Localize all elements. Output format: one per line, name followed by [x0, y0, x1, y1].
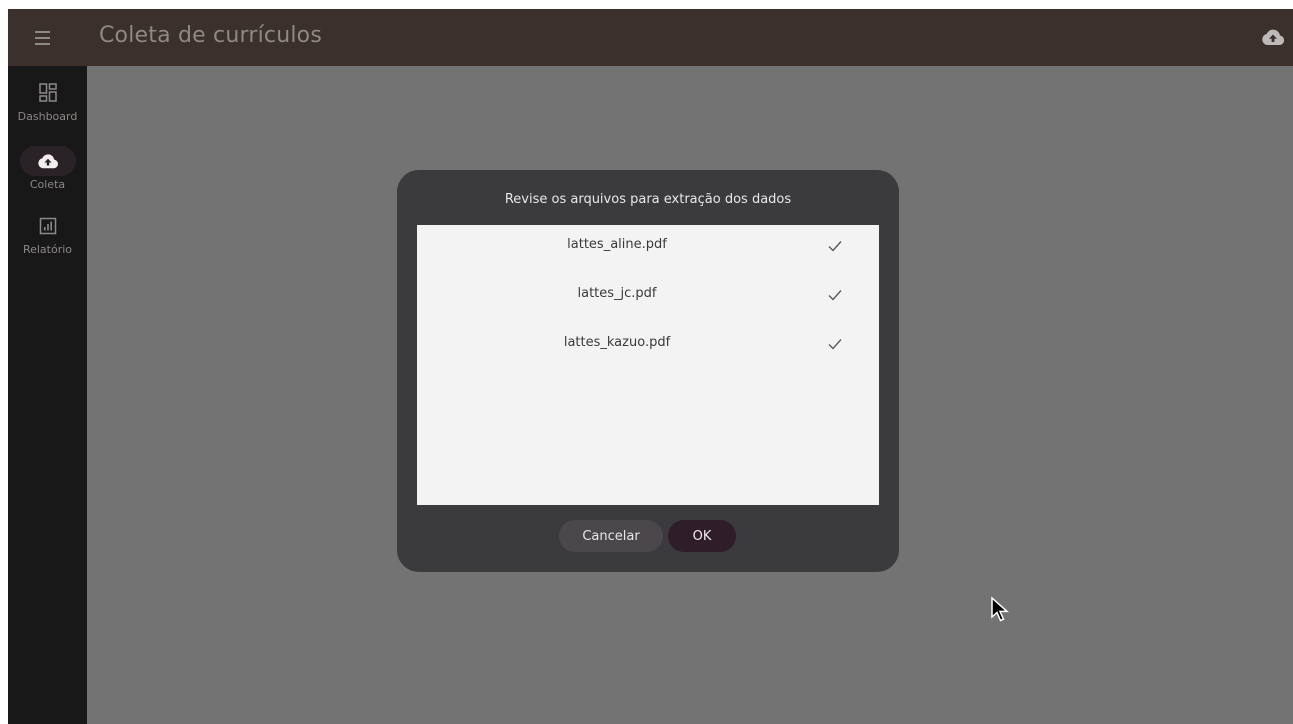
file-name: lattes_jc.pdf — [577, 286, 657, 301]
app-window: Coleta de currículos Dashboard Coleta Re… — [8, 9, 1293, 724]
check-icon — [828, 241, 842, 252]
list-item[interactable]: lattes_jc.pdf — [417, 274, 879, 323]
dialog-title: Revise os arquivos para extração dos dad… — [504, 192, 792, 207]
rail-item-label: Dashboard — [17, 110, 78, 123]
page-title: Coleta de currículos — [99, 23, 322, 48]
navigation-rail: Dashboard Coleta Relatório — [8, 66, 87, 724]
cloud-upload-icon — [19, 146, 76, 176]
file-name: lattes_aline.pdf — [567, 237, 667, 252]
review-files-dialog: Revise os arquivos para extração dos dad… — [397, 170, 899, 572]
rail-item-dashboard[interactable]: Dashboard — [8, 78, 87, 123]
list-item[interactable]: lattes_kazuo.pdf — [417, 323, 879, 372]
ok-button[interactable]: OK — [668, 520, 736, 552]
file-name: lattes_kazuo.pdf — [563, 335, 671, 350]
cancel-button[interactable]: Cancelar — [559, 520, 663, 552]
mouse-pointer-icon — [991, 596, 1009, 622]
report-icon — [20, 211, 76, 241]
rail-item-relatorio[interactable]: Relatório — [8, 211, 87, 256]
rail-item-coleta[interactable]: Coleta — [8, 146, 87, 191]
list-item[interactable]: lattes_aline.pdf — [417, 225, 879, 274]
rail-item-label: Relatório — [22, 243, 73, 256]
dashboard-icon — [20, 78, 76, 108]
cloud-upload-icon[interactable] — [1261, 27, 1285, 47]
rail-item-label: Coleta — [29, 178, 66, 191]
check-icon — [828, 290, 842, 301]
app-bar: Coleta de currículos — [8, 9, 1293, 66]
file-list[interactable]: lattes_aline.pdf lattes_jc.pdf lattes_ka… — [417, 225, 879, 505]
menu-icon[interactable] — [30, 27, 56, 49]
check-icon — [828, 339, 842, 350]
